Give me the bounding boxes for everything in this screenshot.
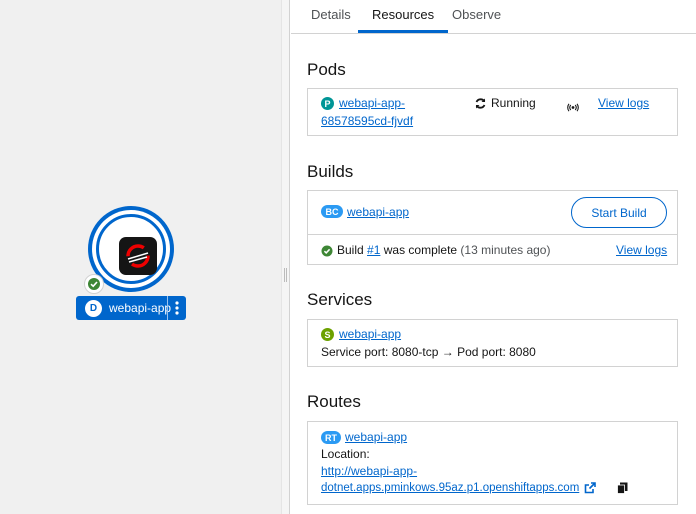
success-check-icon: [321, 244, 333, 262]
route-url-line1[interactable]: http://webapi-app-: [321, 464, 417, 478]
external-link-icon[interactable]: [584, 481, 596, 499]
service-ports: Service port: 8080-tcp → Pod port: 8080: [321, 345, 536, 359]
routes-card: RT webapi-app Location: http://webapi-ap…: [307, 421, 678, 505]
tab-resources[interactable]: Resources: [358, 0, 449, 33]
node-name: webapi-app: [109, 301, 172, 315]
network-icon: [567, 99, 579, 117]
services-heading: Services: [307, 290, 373, 309]
routes-heading: Routes: [307, 392, 361, 411]
build-config-badge: BC: [321, 205, 343, 218]
build-view-logs-link[interactable]: View logs: [616, 243, 667, 257]
drag-handle-icon[interactable]: [284, 268, 287, 282]
pod-name-link-line2[interactable]: 68578595cd-fjvdf: [321, 114, 413, 128]
pods-card: P webapi-app- 68578595cd-fjvdf Running V…: [307, 88, 678, 136]
build-status-prefix: Build: [337, 243, 368, 257]
services-card: S webapi-app Service port: 8080-tcp → Po…: [307, 319, 678, 367]
builds-divider: [308, 234, 677, 235]
service-port-label: Service port:: [321, 345, 392, 359]
route-badge: RT: [321, 431, 341, 444]
build-status-time: (13 minutes ago): [457, 243, 551, 257]
route-location-label: Location:: [321, 447, 370, 461]
route-url-line2[interactable]: dotnet.apps.pminkows.95az.p1.openshiftap…: [321, 482, 579, 494]
pod-badge: P: [321, 97, 334, 110]
node-body[interactable]: [96, 214, 166, 284]
pod-view-logs-link[interactable]: View logs: [598, 96, 649, 110]
build-config-link[interactable]: webapi-app: [347, 205, 409, 219]
route-link[interactable]: webapi-app: [345, 430, 407, 444]
pods-heading: Pods: [307, 60, 346, 79]
tab-observe[interactable]: Observe: [452, 0, 501, 33]
node-label[interactable]: D webapi-app: [76, 296, 186, 320]
copy-icon[interactable]: [617, 481, 628, 499]
tab-details[interactable]: Details: [311, 0, 351, 33]
start-build-button[interactable]: Start Build: [571, 197, 667, 228]
pod-name-link-line1[interactable]: webapi-app-: [339, 96, 405, 110]
port-arrow-icon: →: [441, 345, 454, 359]
kebab-menu-icon[interactable]: [167, 296, 186, 320]
build-status-text: Build #1 was complete (13 minutes ago): [337, 243, 550, 257]
panel-resize-divider[interactable]: [281, 0, 290, 514]
service-badge: S: [321, 328, 334, 341]
service-port-value: 8080-tcp: [391, 345, 439, 359]
node-selection-ring: [92, 210, 170, 288]
sync-icon: [474, 97, 487, 115]
deployment-badge: D: [85, 299, 102, 317]
build-number-link[interactable]: #1: [367, 243, 380, 257]
pod-port-label: Pod port:: [453, 345, 510, 359]
status-success-icon: [84, 274, 104, 294]
builds-heading: Builds: [307, 162, 354, 181]
sidebar-tabs: Details Resources Observe: [291, 0, 696, 34]
pod-port-value: 8080: [509, 345, 536, 359]
build-status-suffix: was complete: [380, 243, 458, 257]
pod-status: Running: [491, 96, 536, 110]
service-link[interactable]: webapi-app: [339, 327, 401, 341]
openshift-logo-icon: [119, 237, 157, 275]
builds-card: BC webapi-app Start Build Build #1 was c…: [307, 190, 678, 265]
